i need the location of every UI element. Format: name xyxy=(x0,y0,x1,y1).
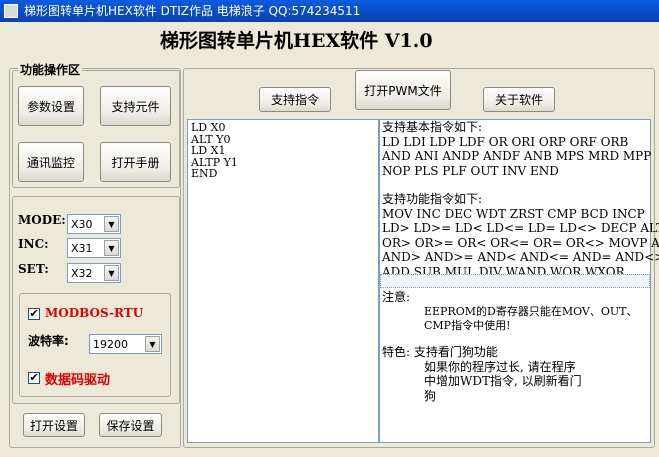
code-line: END xyxy=(191,167,218,180)
modbus-checkbox[interactable]: ✔ xyxy=(28,308,40,320)
basic-title: 支持基本指令如下: xyxy=(382,120,483,134)
chevron-down-icon[interactable]: ▼ xyxy=(104,240,119,256)
mode-value: X30 xyxy=(71,218,93,231)
note-line: EEPROM的D寄存器只能在MOV、OUT、 xyxy=(424,304,638,318)
baud-value: 19200 xyxy=(93,338,128,351)
code-line: ALTP Y1 xyxy=(191,155,238,169)
set-label: SET: xyxy=(18,262,49,276)
baud-select[interactable]: 19200 ▼ xyxy=(89,334,162,354)
func-line: AND> AND>= AND< AND<= AND= AND<> xyxy=(382,250,659,264)
code-line: LD X1 xyxy=(191,144,226,157)
func-line: OR> OR>= OR< OR<= OR= OR<> MOVP ALTP xyxy=(382,235,659,250)
func-title: 支持功能指令如下: xyxy=(382,192,483,206)
code-line: LD X0 xyxy=(191,121,226,134)
instruction-list: 支持基本指令如下: LD LDI LDP LDF OR ORI ORP ORF … xyxy=(382,120,659,279)
params-button[interactable]: 参数设置 xyxy=(18,86,84,126)
monitor-button[interactable]: 通讯监控 xyxy=(18,142,84,182)
note-title: 注意: xyxy=(382,290,411,304)
save-settings-button[interactable]: 保存设置 xyxy=(99,413,162,437)
basic-line: LD LDI LDP LDF OR ORI ORP ORF ORB xyxy=(382,134,629,149)
components-button[interactable]: 支持元件 xyxy=(100,86,171,126)
feature-line: 狗 xyxy=(424,388,437,403)
window-title: 梯形图转单片机HEX软件 DTIZ作品 电梯浪子 QQ:574234511 xyxy=(24,4,361,18)
instructions-button[interactable]: 支持指令 xyxy=(259,87,331,112)
basic-line: NOP PLS PLF OUT INV END xyxy=(382,163,559,178)
modbus-label: MODBOS-RTU xyxy=(45,306,144,320)
app-icon xyxy=(4,4,18,18)
open-settings-button[interactable]: 打开设置 xyxy=(23,413,85,437)
inc-select[interactable]: X31 ▼ xyxy=(67,238,121,258)
feature-line: 如果你的程序过长, 请在程序 xyxy=(424,359,576,374)
func-line: LD> LD>= LD< LD<= LD= LD<> DECP ALT xyxy=(382,221,659,235)
chevron-down-icon[interactable]: ▼ xyxy=(145,336,160,352)
note-line: CMP指令中使用! xyxy=(424,319,511,332)
feature-title: 特色: 支持看门狗功能 xyxy=(382,345,498,359)
chevron-down-icon[interactable]: ▼ xyxy=(104,265,119,281)
basic-line: AND ANI ANDP ANDF ANB MPS MRD MPP xyxy=(382,149,652,163)
help-pane[interactable]: 支持基本指令如下: LD LDI LDP LDF OR ORI ORP ORF … xyxy=(379,119,659,443)
app-title: 梯形图转单片机HEX软件 V1.0 xyxy=(160,30,433,52)
set-value: X32 xyxy=(71,267,93,280)
mode-select[interactable]: X30 ▼ xyxy=(67,214,121,234)
data-drive-checkbox[interactable]: ✔ xyxy=(28,372,40,384)
open-pwm-button[interactable]: 打开PWM文件 xyxy=(355,70,451,110)
selection-line xyxy=(380,274,650,288)
manual-button[interactable]: 打开手册 xyxy=(100,142,171,182)
data-drive-label: 数据码驱动 xyxy=(45,373,111,388)
chevron-down-icon[interactable]: ▼ xyxy=(104,216,119,232)
feature-line: 中增加WDT指令, 以刷新看门 xyxy=(424,374,582,388)
baud-label: 波特率: xyxy=(28,334,69,348)
about-button[interactable]: 关于软件 xyxy=(483,87,555,112)
set-select[interactable]: X32 ▼ xyxy=(67,263,121,283)
feature-block: 特色: 支持看门狗功能 如果你的程序过长, 请在程序 中增加WDT指令, 以刷新… xyxy=(382,345,650,403)
window-titlebar[interactable]: 梯形图转单片机HEX软件 DTIZ作品 电梯浪子 QQ:574234511 xyxy=(0,0,659,22)
note-block: 注意: EEPROM的D寄存器只能在MOV、OUT、 CMP指令中使用! xyxy=(382,290,650,334)
inc-label: INC: xyxy=(18,237,49,251)
inc-value: X31 xyxy=(71,242,93,255)
code-editor[interactable]: LD X0 ALT Y0 LD X1 ALTP Y1 END xyxy=(187,119,379,443)
func-line: MOV INC DEC WDT ZRST CMP BCD INCP xyxy=(382,206,645,221)
mode-label: MODE: xyxy=(18,213,66,227)
func-group-label: 功能操作区 xyxy=(18,61,83,78)
